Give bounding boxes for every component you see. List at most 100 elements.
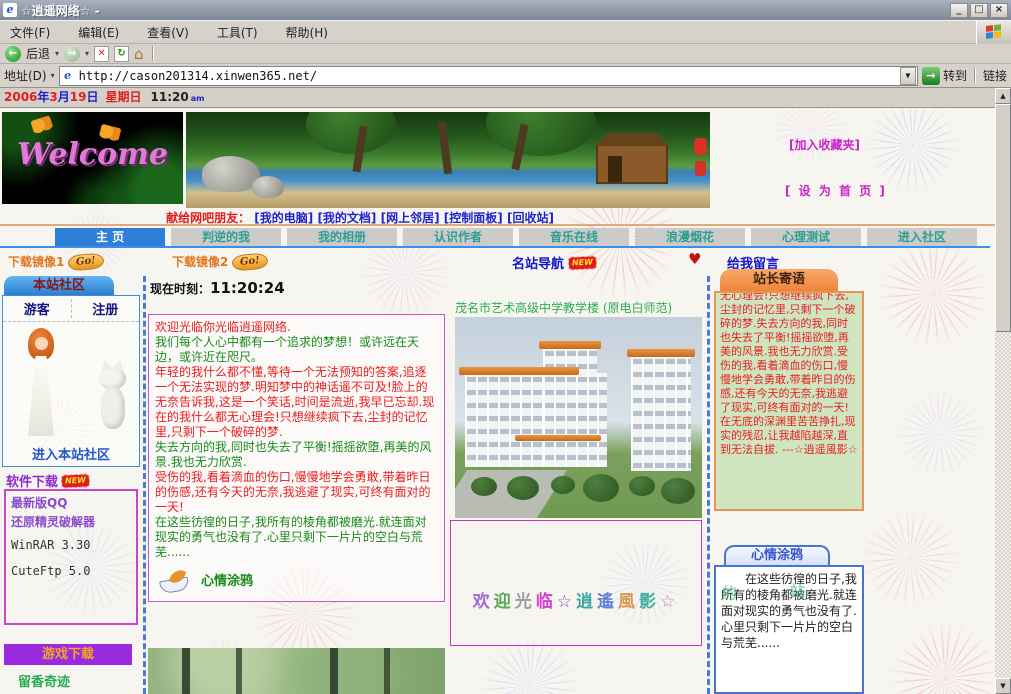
building-roof [539, 341, 601, 349]
address-dropdown-icon[interactable]: ▼ [900, 67, 916, 85]
date-time: 11:20 [151, 90, 189, 104]
minimize-button[interactable]: _ [950, 3, 968, 18]
forward-icon[interactable]: → [64, 46, 80, 62]
clock-label: 现在时刻： [150, 282, 210, 296]
site-navigation-link[interactable]: 名站导航 NEW [512, 253, 596, 272]
close-button[interactable]: × [990, 3, 1008, 18]
tab-rebellious-me[interactable]: 判逆的我 [171, 228, 281, 246]
clock-time: 11:20:24 [210, 279, 285, 297]
scrollbar-thumb[interactable] [995, 104, 1011, 332]
main-paragraph: 失去方向的我,同时也失去了平衡!摇摇欲堕,再美的风景.我也无力欣赏. [155, 440, 438, 470]
download-mirror-2-link[interactable]: 下载镜像2 Go! [172, 253, 268, 270]
link-recycle-bin[interactable]: [回收站] [507, 211, 554, 225]
menu-view[interactable]: 查看(V) [147, 24, 189, 41]
forward-dropdown-icon[interactable]: ▾ [85, 49, 89, 58]
window-titlebar: e ☆逍遥网络☆ - _ □ × [0, 0, 1011, 20]
menu-bar: 文件(F) 编辑(E) 查看(V) 工具(T) 帮助(H) [0, 20, 1011, 44]
tab-romantic-fireworks[interactable]: 浪漫烟花 [635, 228, 745, 246]
enter-community-link[interactable]: 进入本站社区 [3, 444, 139, 463]
date-weekday: 星期日 [106, 88, 142, 105]
software-link-restore-cracker[interactable]: 还原精灵破解器 [11, 513, 131, 532]
bush-decoration [471, 477, 497, 496]
back-icon[interactable]: ← [5, 46, 21, 62]
software-link-cuteftp[interactable]: CuteFtp 5.0 [11, 558, 131, 584]
address-url[interactable]: http://cason201314.xinwen365.net/ [79, 69, 317, 83]
software-download-box: 最新版QQ 还原精灵破解器 WinRAR 3.30 CuteFtp 5.0 [4, 489, 138, 625]
date-month: 3 [49, 90, 57, 104]
current-time-display: 现在时刻：11:20:24 [150, 279, 285, 297]
scroll-down-icon[interactable]: ▼ [995, 678, 1011, 694]
links-label[interactable]: 链接 [983, 67, 1007, 84]
mood-graffiti-link[interactable]: 心情涂鸦 [201, 574, 253, 589]
go-button-label[interactable]: 转到 [943, 67, 967, 84]
menu-edit[interactable]: 编辑(E) [78, 24, 119, 41]
back-dropdown-icon[interactable]: ▾ [55, 49, 59, 58]
red-lantern-decoration [694, 138, 707, 155]
vertical-scrollbar[interactable]: ▲ ▼ [995, 88, 1011, 694]
tab-psych-test[interactable]: 心理测试 [751, 228, 861, 246]
link-control-panel[interactable]: [控制面板] [444, 211, 503, 225]
address-input[interactable]: e http://cason201314.xinwen365.net/ ▼ [59, 66, 918, 86]
new-badge-icon: NEW [62, 474, 90, 487]
column-divider [143, 276, 146, 694]
game-link-liuxiang-miracle[interactable]: 留香奇迹 [18, 671, 70, 690]
wooden-hut-decoration [596, 144, 668, 184]
menu-tools[interactable]: 工具(T) [217, 24, 258, 41]
site-navigation-label[interactable]: 名站导航 [512, 253, 564, 272]
register-link[interactable]: 注册 [72, 299, 140, 318]
browser-toolbar: ← 后退 ▾ → ▾ ✕ ↻ ⌂ [0, 44, 1011, 64]
scroll-up-icon[interactable]: ▲ [995, 88, 1011, 104]
page-favicon-icon: e [61, 69, 75, 83]
go-arrow-icon[interactable]: → [922, 67, 940, 85]
stop-icon[interactable]: ✕ [94, 46, 109, 62]
go-badge-icon[interactable]: Go! [68, 252, 105, 271]
main-paragraph: 我们每个人心中都有一个追求的梦想！或许远在天边，或许近在咫尺。 [155, 335, 438, 365]
overlapping-text-artifact: 站 [790, 580, 805, 601]
link-network-neighborhood[interactable]: [网上邻居] [381, 211, 440, 225]
download-mirror-1-link[interactable]: 下载镜像1 Go! [8, 253, 104, 270]
mood-graffiti-text: 在这些彷徨的日子,我所有的棱角都被磨光.就连面对现实的勇气也没有了.心里只剩下一… [721, 571, 857, 651]
mirror-2-label[interactable]: 下载镜像2 [172, 253, 228, 270]
go-button[interactable]: → 转到 [922, 67, 967, 85]
maximize-button[interactable]: □ [970, 3, 988, 18]
webmaster-note-tab[interactable]: 站长寄语 [720, 269, 838, 291]
date-year: 2006 [4, 90, 37, 104]
addressbar-separator [974, 68, 976, 83]
ie-logo-icon: e [3, 3, 17, 17]
mood-graffiti-tab[interactable]: 心情涂鸦 [724, 545, 830, 566]
link-my-documents[interactable]: [我的文档] [317, 211, 376, 225]
building-roof [627, 349, 695, 357]
menu-file[interactable]: 文件(F) [10, 24, 50, 41]
guest-link[interactable]: 游客 [3, 299, 72, 318]
divider-line [0, 224, 995, 226]
welcome-text-box: 欢迎光临☆逍遙風影☆ [450, 520, 702, 646]
link-my-computer[interactable]: [我的电脑] [254, 211, 313, 225]
back-button-label[interactable]: 后退 [26, 45, 50, 62]
building-center-tower [543, 347, 597, 467]
add-favorite-link[interactable]: [加入收藏夹] [789, 136, 860, 153]
tab-my-album[interactable]: 我的相册 [287, 228, 397, 246]
go-badge-icon[interactable]: Go! [232, 252, 269, 271]
building-roof [459, 367, 579, 375]
mirror-1-label[interactable]: 下载镜像1 [8, 253, 64, 270]
tab-home[interactable]: 主 页 [55, 228, 165, 246]
date-month-unit: 月 [58, 88, 70, 105]
main-paragraph: 受伤的我,看着滴血的伤口,慢慢地学会勇敢,带着昨日的伤感,还有今天的无奈,我逃避… [155, 470, 438, 515]
game-download-header[interactable]: 游戏下载 [4, 644, 132, 665]
bush-decoration [551, 476, 575, 494]
webmaster-note-text: 无心理会!只想继续疯下去,尘封的记忆里,只剩下一个破碎的梦.失去方向的我,同时也… [720, 291, 858, 457]
tree-canopy-decoration [306, 112, 396, 154]
set-homepage-link[interactable]: [ 设 为 首 页 ] [785, 182, 887, 199]
menu-help[interactable]: 帮助(H) [286, 24, 328, 41]
community-section-tab[interactable]: 本站社区 [4, 276, 114, 295]
tab-enter-community[interactable]: 进入社区 [867, 228, 977, 246]
boat-icon [159, 569, 191, 593]
bush-decoration [507, 476, 539, 500]
home-icon[interactable]: ⌂ [134, 46, 144, 62]
software-link-qq[interactable]: 最新版QQ [11, 494, 131, 513]
tab-music-online[interactable]: 音乐在线 [519, 228, 629, 246]
tab-about-author[interactable]: 认识作者 [403, 228, 513, 246]
refresh-icon[interactable]: ↻ [114, 46, 129, 62]
address-label-caret-icon[interactable]: ▾ [51, 71, 55, 80]
software-link-winrar[interactable]: WinRAR 3.30 [11, 532, 131, 558]
